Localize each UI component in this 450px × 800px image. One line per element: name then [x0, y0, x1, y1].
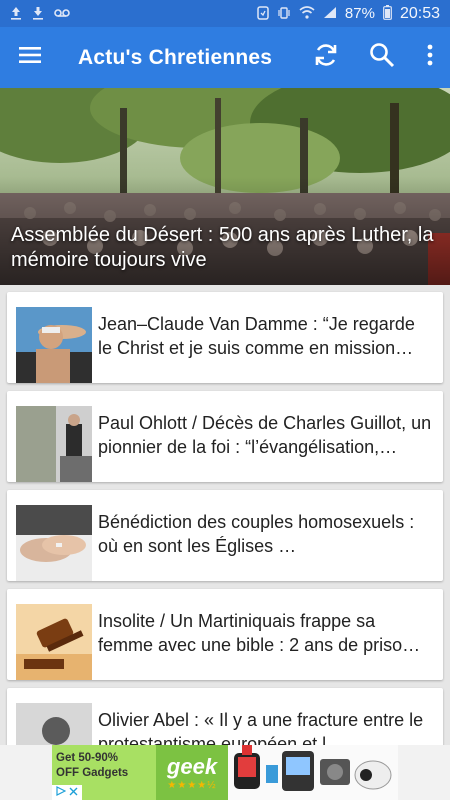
- featured-article[interactable]: Assemblée du Désert : 500 ans après Luth…: [0, 88, 450, 285]
- article-title: Paul Ohlott / Décès de Charles Guillot, …: [98, 413, 432, 457]
- article-thumbnail: [16, 604, 92, 680]
- app-bar: Actu's Chretiennes: [0, 27, 450, 88]
- article-thumbnail: [16, 505, 92, 581]
- article-thumbnail: [16, 703, 92, 745]
- ad-info-icon: [56, 786, 67, 799]
- overflow-menu-button[interactable]: [410, 27, 450, 88]
- ad-line-2: OFF Gadgets: [56, 767, 129, 779]
- refresh-button[interactable]: [298, 27, 354, 88]
- clock: 20:53: [399, 4, 440, 22]
- app-title: Actu's Chretiennes: [78, 45, 273, 69]
- article-list: Jean–Claude Van Damme : “Je regarde le C…: [0, 285, 450, 745]
- ad-choices[interactable]: [52, 785, 82, 800]
- status-bar: 87% 20:53: [0, 0, 450, 27]
- hamburger-icon: [19, 47, 41, 68]
- article-card[interactable]: Bénédiction des couples homosexuels : où…: [7, 490, 443, 581]
- ad-close-icon[interactable]: [69, 787, 78, 799]
- search-button[interactable]: [354, 27, 410, 88]
- download-icon: [32, 6, 44, 22]
- ad-line-1: Get 50-90%: [56, 752, 119, 764]
- article-card[interactable]: Insolite / Un Martiniquais frappe sa fem…: [7, 589, 443, 680]
- battery-percent: 87%: [344, 5, 375, 22]
- upload-icon: [10, 6, 22, 22]
- ad-banner[interactable]: Get 50-90% OFF Gadgets geek ★★★★½: [0, 745, 450, 800]
- alarm-icon: [257, 5, 269, 22]
- signal-icon: [323, 6, 337, 21]
- ad-creative[interactable]: Get 50-90% OFF Gadgets geek ★★★★½: [52, 745, 398, 800]
- ad-rating: ★★★★½: [167, 780, 217, 791]
- wifi-icon: [299, 6, 315, 21]
- ad-products-image: [228, 745, 398, 800]
- article-card[interactable]: Jean–Claude Van Damme : “Je regarde le C…: [7, 292, 443, 383]
- article-card[interactable]: Olivier Abel : « Il y a une fracture ent…: [7, 688, 443, 745]
- voicemail-icon: [54, 7, 70, 20]
- more-vert-icon: [427, 44, 433, 71]
- search-icon: [369, 42, 395, 73]
- article-title: Insolite / Un Martiniquais frappe sa fem…: [98, 611, 421, 655]
- refresh-icon: [313, 42, 339, 73]
- article-title: Bénédiction des couples homosexuels : où…: [98, 512, 415, 556]
- featured-caption: Assemblée du Désert : 500 ans après Luth…: [11, 224, 434, 271]
- vibrate-icon: [277, 6, 291, 22]
- article-thumbnail: [16, 307, 92, 383]
- article-thumbnail: [16, 406, 92, 482]
- ad-brand: geek: [166, 754, 218, 779]
- article-title: Jean–Claude Van Damme : “Je regarde le C…: [98, 314, 415, 358]
- article-title: Olivier Abel : « Il y a une fracture ent…: [98, 710, 424, 745]
- battery-icon: [383, 5, 392, 22]
- ad-brand-logo: geek ★★★★½: [156, 745, 228, 800]
- article-card[interactable]: Paul Ohlott / Décès de Charles Guillot, …: [7, 391, 443, 482]
- menu-button[interactable]: [0, 27, 60, 88]
